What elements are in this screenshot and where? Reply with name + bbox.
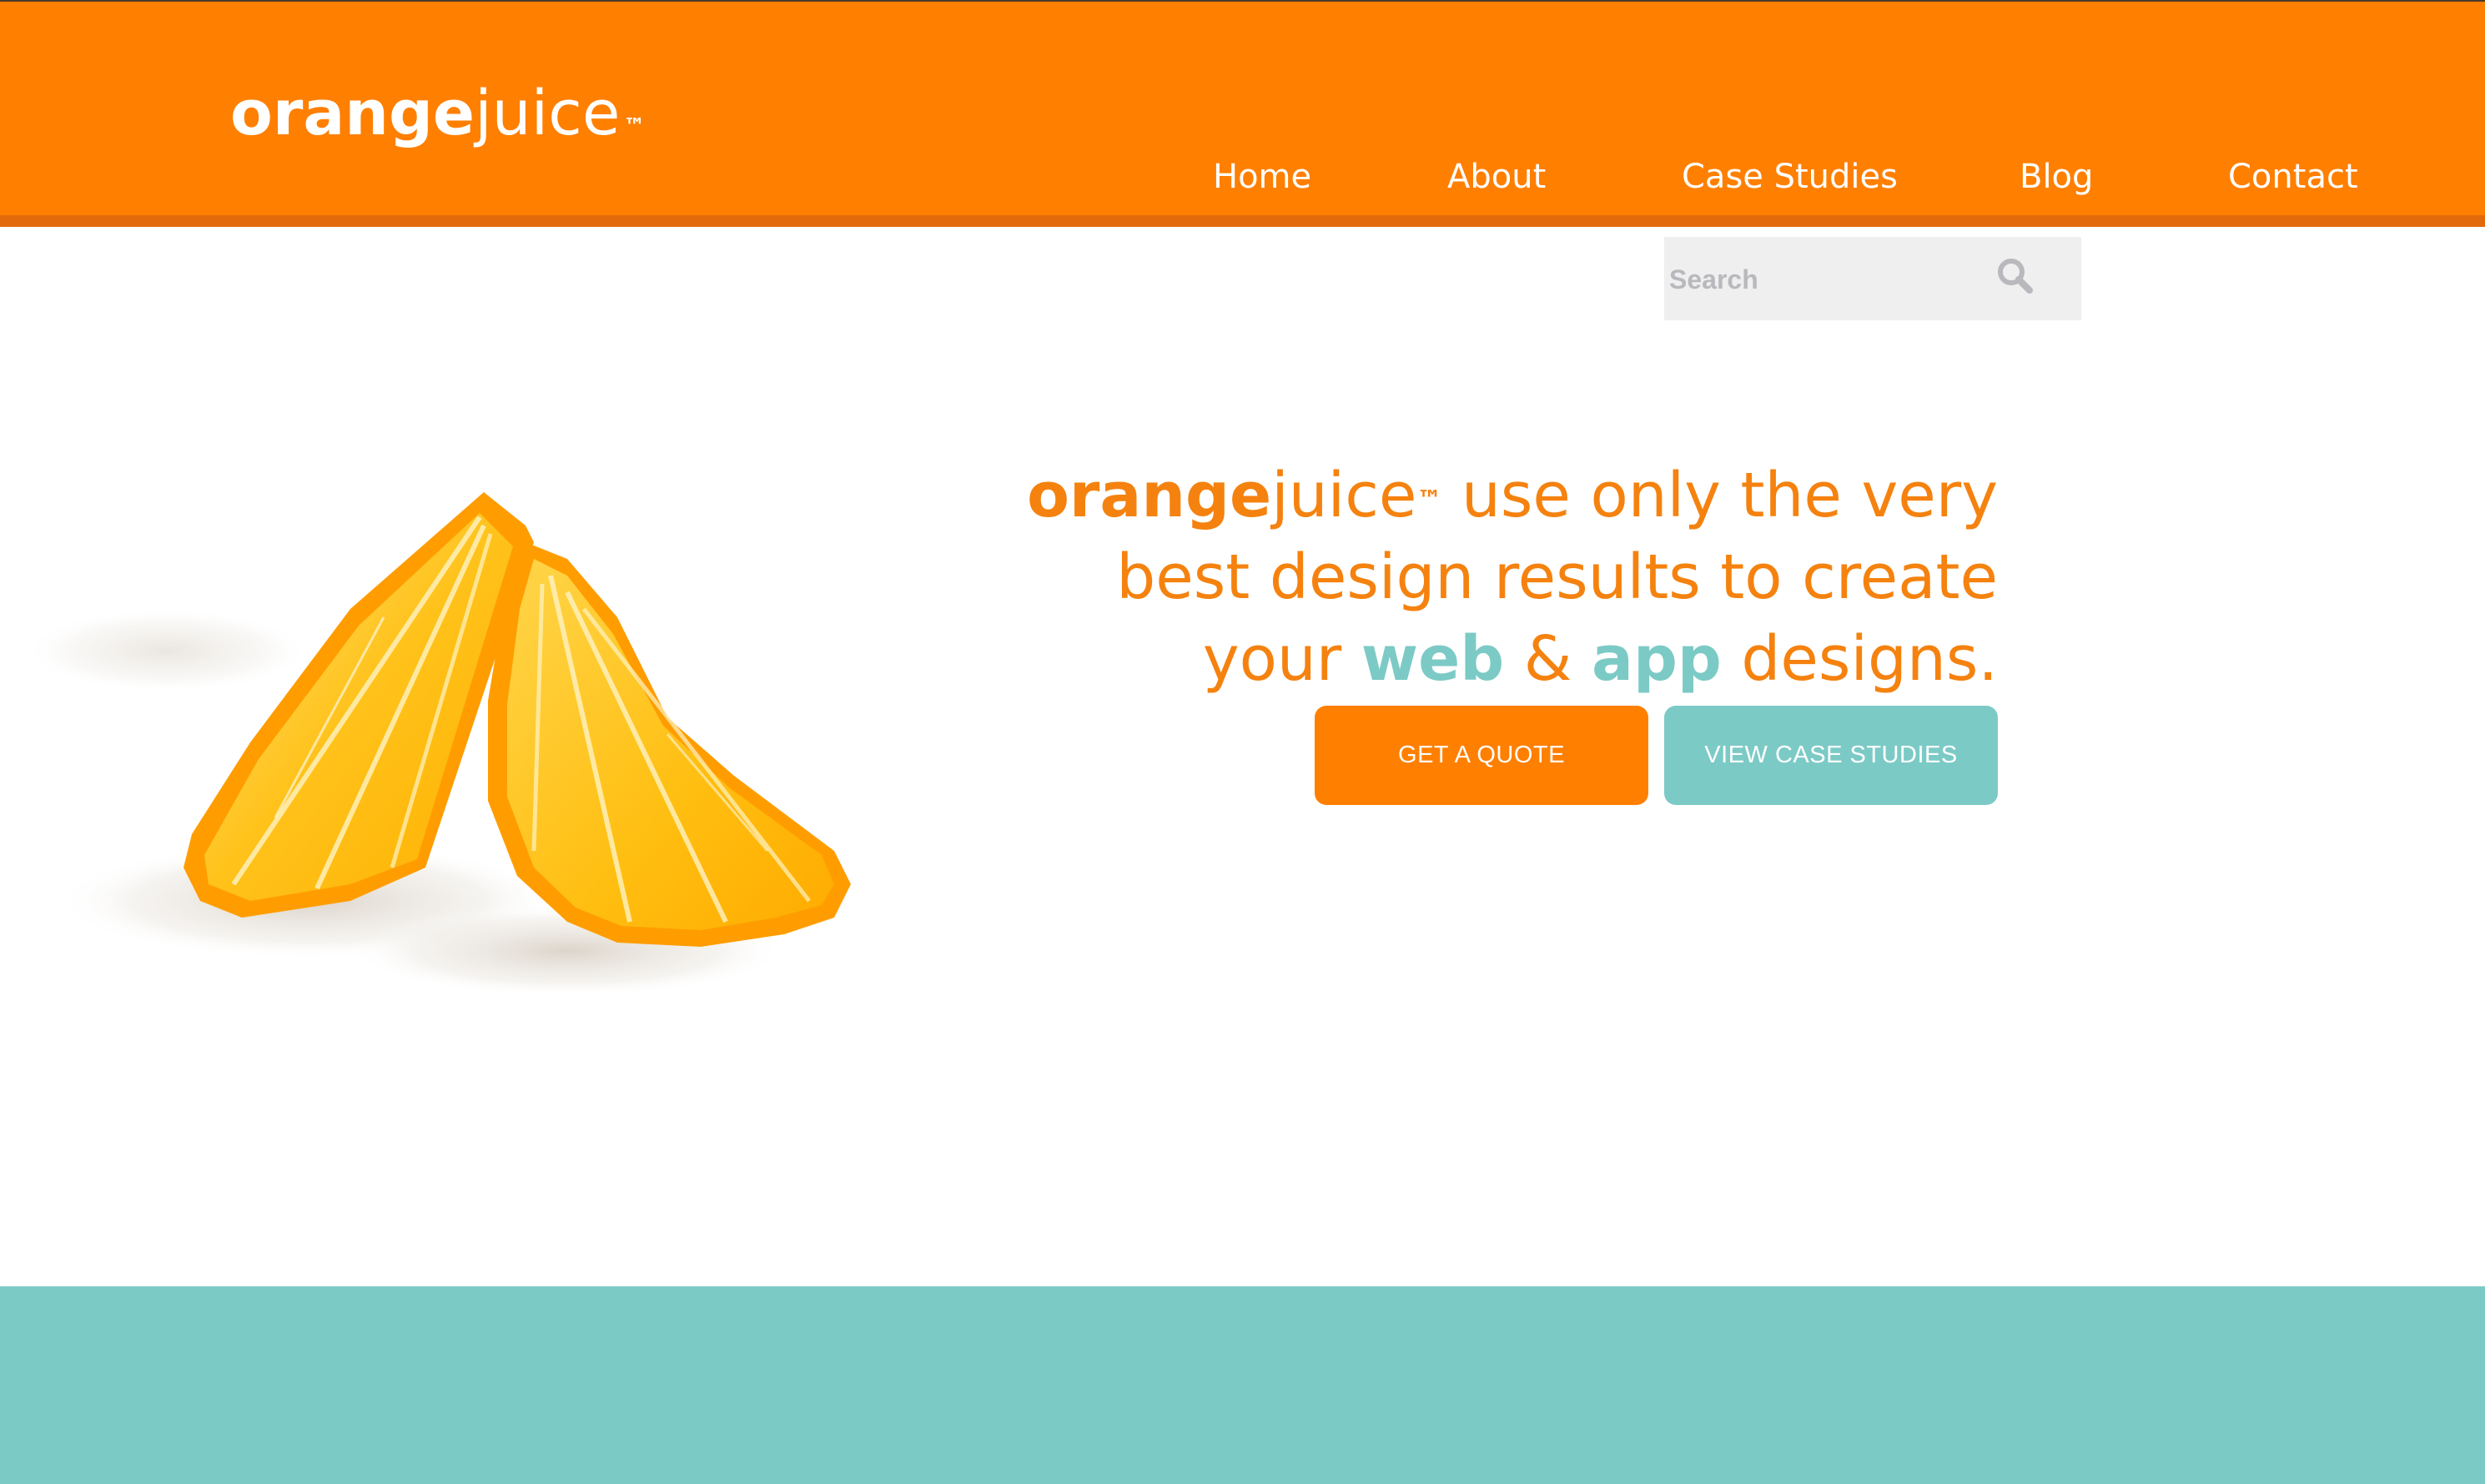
hero-word-web: web [1361, 623, 1505, 695]
main-nav: Home About Case Studies Blog Contact [0, 150, 2485, 204]
site-logo[interactable]: orangejuice ™ [230, 72, 645, 155]
logo-bold-text: orange [230, 78, 475, 149]
header-bottom-strip [0, 215, 2485, 227]
hero-headline: orangejuice™ use only the very best desi… [984, 455, 1998, 700]
page: orangejuice ™ Home About Case Studies Blo… [0, 0, 2485, 1484]
nav-item-about[interactable]: About [1447, 150, 1546, 204]
logo-light-text: juice [475, 78, 621, 149]
nav-item-contact[interactable]: Contact [2228, 150, 2358, 204]
hero-line-2: best design results to create [1116, 541, 1998, 613]
site-header: orangejuice ™ Home About Case Studies Blo… [0, 2, 2485, 215]
hero-ampersand: & [1504, 623, 1592, 695]
search-box [1664, 237, 2081, 320]
logo-trademark: ™ [623, 114, 646, 139]
hero-line-3: your web & app designs. [984, 618, 1998, 700]
search-icon[interactable] [1993, 254, 2040, 300]
nav-item-blog[interactable]: Blog [2020, 150, 2093, 204]
get-a-quote-button[interactable]: GET A QUOTE [1315, 706, 1648, 805]
hero-brand-light: juice [1271, 460, 1417, 531]
nav-item-case-studies[interactable]: Case Studies [1682, 150, 1898, 204]
hero-line-3-end: designs. [1721, 623, 1998, 695]
hero-line-1: orangejuice™ use only the very [984, 455, 1998, 536]
search-input[interactable] [1668, 255, 1988, 304]
nav-item-home[interactable]: Home [1213, 150, 1311, 204]
hero-word-app: app [1592, 623, 1722, 695]
hero-brand-bold: orange [1027, 460, 1272, 531]
hero-brand-trademark: ™ [1416, 485, 1442, 515]
orange-slices-image [25, 467, 876, 1018]
hero-line-3-start: your [1202, 623, 1361, 695]
view-case-studies-button[interactable]: VIEW CASE STUDIES [1664, 706, 1998, 805]
footer-band [0, 1286, 2485, 1484]
hero-line-1-text: use only the very [1441, 460, 1998, 531]
